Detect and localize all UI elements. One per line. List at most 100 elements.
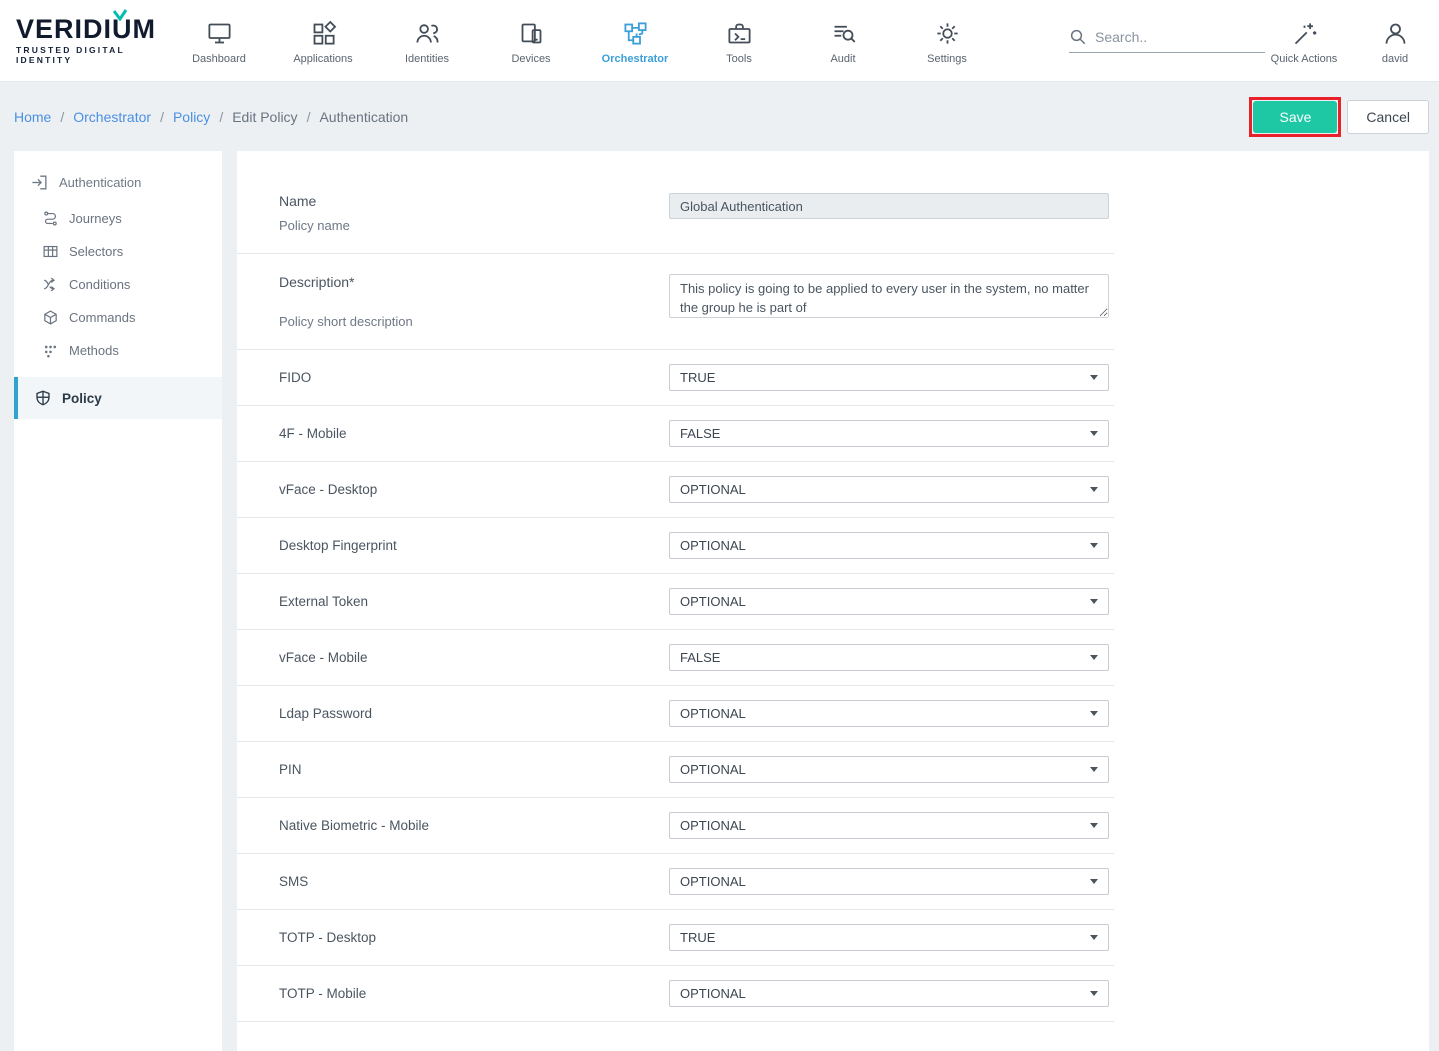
desktop-fingerprint-select[interactable]: OPTIONAL bbox=[669, 532, 1109, 559]
nav-item-orchestrator[interactable]: Orchestrator bbox=[583, 16, 687, 65]
nav-label: Orchestrator bbox=[602, 53, 669, 65]
tools-icon bbox=[726, 20, 753, 47]
breadcrumb-separator: / bbox=[160, 109, 164, 125]
conditions-icon bbox=[42, 276, 59, 293]
external-token-select[interactable]: OPTIONAL bbox=[669, 588, 1109, 615]
vface-desktop-select[interactable]: OPTIONAL bbox=[669, 476, 1109, 503]
field-label: External Token bbox=[279, 594, 669, 609]
save-button[interactable]: Save bbox=[1253, 101, 1337, 133]
totp-mobile-select[interactable]: OPTIONAL bbox=[669, 980, 1109, 1007]
nav-label: Dashboard bbox=[192, 53, 246, 65]
policy-name-input[interactable] bbox=[669, 193, 1109, 219]
cancel-button[interactable]: Cancel bbox=[1347, 100, 1429, 134]
sidebar-item-label: Journeys bbox=[69, 211, 122, 226]
sidebar: Authentication Journeys Selectors Condit… bbox=[14, 151, 222, 1051]
applications-icon bbox=[310, 20, 337, 47]
login-arrow-icon bbox=[30, 173, 49, 192]
sms-row: SMS OPTIONAL bbox=[237, 854, 1114, 910]
nav-item-identities[interactable]: Identities bbox=[375, 16, 479, 65]
chevron-down-icon bbox=[1090, 487, 1098, 492]
user-menu[interactable]: david bbox=[1369, 16, 1421, 65]
field-label: Desktop Fingerprint bbox=[279, 538, 669, 553]
native-biometric-mobile-select[interactable]: OPTIONAL bbox=[669, 812, 1109, 839]
nav-label: Tools bbox=[726, 53, 752, 65]
select-value: OPTIONAL bbox=[680, 818, 746, 833]
chevron-down-icon bbox=[1090, 879, 1098, 884]
brand-name: VERIDIUM bbox=[16, 14, 156, 44]
select-value: OPTIONAL bbox=[680, 874, 746, 889]
pin-select[interactable]: OPTIONAL bbox=[669, 756, 1109, 783]
name-row: Name Policy name bbox=[237, 173, 1114, 254]
name-label: Name bbox=[279, 193, 669, 209]
logo-text: VERIDIUM bbox=[16, 16, 167, 43]
field-label: TOTP - Mobile bbox=[279, 986, 669, 1001]
nav-item-applications[interactable]: Applications bbox=[271, 16, 375, 65]
name-label-block: Name Policy name bbox=[279, 193, 669, 233]
sidebar-item-conditions[interactable]: Conditions bbox=[14, 268, 222, 301]
totp-desktop-row: TOTP - Desktop TRUE bbox=[237, 910, 1114, 966]
select-value: OPTIONAL bbox=[680, 594, 746, 609]
breadcrumb-orchestrator[interactable]: Orchestrator bbox=[73, 109, 151, 125]
name-sublabel: Policy name bbox=[279, 218, 669, 233]
search-input[interactable] bbox=[1095, 29, 1265, 45]
dashboard-icon bbox=[206, 20, 233, 47]
policy-description-textarea[interactable]: This policy is going to be applied to ev… bbox=[669, 274, 1109, 318]
sms-select[interactable]: OPTIONAL bbox=[669, 868, 1109, 895]
nav-item-tools[interactable]: Tools bbox=[687, 16, 791, 65]
sidebar-item-label: Selectors bbox=[69, 244, 123, 259]
chevron-down-icon bbox=[1090, 767, 1098, 772]
nav-item-settings[interactable]: Settings bbox=[895, 16, 999, 65]
nav-label: Identities bbox=[405, 53, 449, 65]
field-label: PIN bbox=[279, 762, 669, 777]
vface-mobile-select[interactable]: FALSE bbox=[669, 644, 1109, 671]
content: Authentication Journeys Selectors Condit… bbox=[0, 151, 1439, 1051]
vface-desktop-row: vFace - Desktop OPTIONAL bbox=[237, 462, 1114, 518]
nav-item-audit[interactable]: Audit bbox=[791, 16, 895, 65]
chevron-down-icon bbox=[1090, 543, 1098, 548]
sidebar-item-label: Commands bbox=[69, 310, 135, 325]
sidebar-item-journeys[interactable]: Journeys bbox=[14, 202, 222, 235]
topbar: VERIDIUM TRUSTED DIGITAL IDENTITY Dashbo… bbox=[0, 0, 1439, 82]
select-value: OPTIONAL bbox=[680, 482, 746, 497]
settings-icon bbox=[934, 20, 961, 47]
vface-mobile-row: vFace - Mobile FALSE bbox=[237, 630, 1114, 686]
pin-row: PIN OPTIONAL bbox=[237, 742, 1114, 798]
quick-actions-button[interactable]: Quick Actions bbox=[1265, 16, 1343, 65]
ldap-password-select[interactable]: OPTIONAL bbox=[669, 700, 1109, 727]
nav-item-devices[interactable]: Devices bbox=[479, 16, 583, 65]
nav-item-dashboard[interactable]: Dashboard bbox=[167, 16, 271, 65]
search-box bbox=[1069, 28, 1265, 53]
nav-label: Audit bbox=[830, 53, 855, 65]
select-value: FALSE bbox=[680, 426, 720, 441]
user-avatar-icon bbox=[1382, 20, 1409, 47]
field-label: vFace - Mobile bbox=[279, 650, 669, 665]
sidebar-item-policy[interactable]: Policy bbox=[14, 377, 222, 419]
sidebar-item-selectors[interactable]: Selectors bbox=[14, 235, 222, 268]
totp-desktop-select[interactable]: TRUE bbox=[669, 924, 1109, 951]
field-label: vFace - Desktop bbox=[279, 482, 669, 497]
desktop-fingerprint-row: Desktop Fingerprint OPTIONAL bbox=[237, 518, 1114, 574]
fido-select[interactable]: TRUE bbox=[669, 364, 1109, 391]
field-label: Native Biometric - Mobile bbox=[279, 818, 669, 833]
veridium-logo: VERIDIUM TRUSTED DIGITAL IDENTITY bbox=[0, 16, 167, 65]
nav-label: Applications bbox=[293, 53, 352, 65]
select-value: OPTIONAL bbox=[680, 762, 746, 777]
4f-mobile-select[interactable]: FALSE bbox=[669, 420, 1109, 447]
select-value: OPTIONAL bbox=[680, 538, 746, 553]
description-row: Description* Policy short description Th… bbox=[237, 254, 1114, 350]
magic-wand-icon bbox=[1291, 20, 1318, 47]
sidebar-header-label: Authentication bbox=[59, 175, 141, 190]
breadcrumb-authentication: Authentication bbox=[319, 109, 408, 125]
breadcrumb-edit-policy: Edit Policy bbox=[232, 109, 297, 125]
sidebar-item-methods[interactable]: Methods bbox=[14, 334, 222, 367]
field-label: Ldap Password bbox=[279, 706, 669, 721]
policy-form: Name Policy name Description* Policy sho… bbox=[237, 173, 1114, 1022]
chevron-down-icon bbox=[1090, 823, 1098, 828]
selectors-icon bbox=[42, 243, 59, 260]
breadcrumb-policy[interactable]: Policy bbox=[173, 109, 210, 125]
breadcrumb-home[interactable]: Home bbox=[14, 109, 51, 125]
sidebar-header-authentication[interactable]: Authentication bbox=[14, 163, 222, 202]
select-value: TRUE bbox=[680, 370, 715, 385]
field-label: TOTP - Desktop bbox=[279, 930, 669, 945]
sidebar-item-commands[interactable]: Commands bbox=[14, 301, 222, 334]
